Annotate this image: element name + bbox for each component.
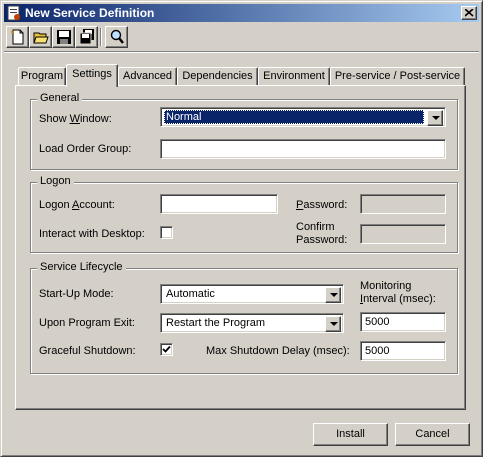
password-field[interactable] [360,194,446,214]
show-window-dropdown-button[interactable] [427,110,443,126]
show-window-select[interactable]: Normal [160,107,446,127]
monitoring-interval-label: Interval (msec): [360,293,436,305]
title-bar[interactable]: New Service Definition [4,4,479,22]
startup-mode-value: Automatic [166,288,215,300]
dialog-window: New Service Definition Program Settings … [0,0,483,457]
tab-program[interactable]: Program [18,67,66,86]
confirm-label: Confirm [296,221,335,233]
monitoring-label: Monitoring [360,280,412,292]
tab-dependencies[interactable]: Dependencies [177,67,258,86]
logon-account-field[interactable] [160,194,278,214]
max-shutdown-delay-field[interactable]: 5000 [360,341,446,361]
interact-desktop-label: Interact with Desktop: [39,228,145,240]
open-button[interactable] [29,26,52,48]
tab-settings[interactable]: Settings [66,64,118,87]
confirm-password-label: Password: [296,234,348,246]
interact-desktop-checkbox[interactable] [160,226,173,239]
show-window-value: Normal [164,110,424,124]
startup-mode-label: Start-Up Mode: [39,288,114,300]
save-all-button[interactable] [75,26,98,48]
new-icon [11,29,24,45]
startup-mode-select[interactable]: Automatic [160,284,344,304]
toolbar-separator [100,28,102,46]
graceful-shutdown-label: Graceful Shutdown: [39,345,136,357]
program-exit-select[interactable]: Restart the Program [160,313,344,333]
open-folder-icon [33,32,49,44]
monitoring-interval-field[interactable]: 5000 [360,312,446,332]
logon-legend: Logon [37,175,74,187]
close-icon [465,9,474,17]
graceful-shutdown-checkbox[interactable] [160,343,173,356]
logon-account-label: Logon Account: [39,199,115,211]
install-button[interactable]: Install [313,423,388,446]
show-window-label: Show Window: [39,113,112,125]
startup-mode-dropdown-button[interactable] [325,287,341,303]
save-button[interactable] [52,26,75,48]
new-button[interactable] [6,26,29,48]
find-button[interactable] [105,26,128,48]
app-icon [6,5,22,21]
program-exit-value: Restart the Program [166,317,266,329]
max-shutdown-delay-label: Max Shutdown Delay (msec): [206,345,350,357]
tab-pre-post-service[interactable]: Pre-service / Post-service [330,67,465,86]
tab-advanced[interactable]: Advanced [118,67,177,86]
load-order-field[interactable] [160,139,446,159]
save-all-icon [79,29,94,45]
toolbar-divider [4,51,479,53]
password-label: Password: [296,199,348,211]
service-lifecycle-legend: Service Lifecycle [37,261,126,273]
checkmark-icon [162,345,171,353]
load-order-label: Load Order Group: [39,143,132,155]
toolbar [4,25,479,51]
general-legend: General [37,92,83,104]
find-icon [110,29,124,44]
save-icon [57,30,71,44]
settings-panel: General Show Window: Normal Load Order G… [15,85,466,410]
program-exit-dropdown-button[interactable] [325,316,341,332]
tab-environment[interactable]: Environment [258,67,330,86]
cancel-button[interactable]: Cancel [395,423,470,446]
program-exit-label: Upon Program Exit: [39,317,135,329]
close-button[interactable] [461,6,477,20]
window-title: New Service Definition [25,6,155,20]
confirm-password-field[interactable] [360,224,446,244]
